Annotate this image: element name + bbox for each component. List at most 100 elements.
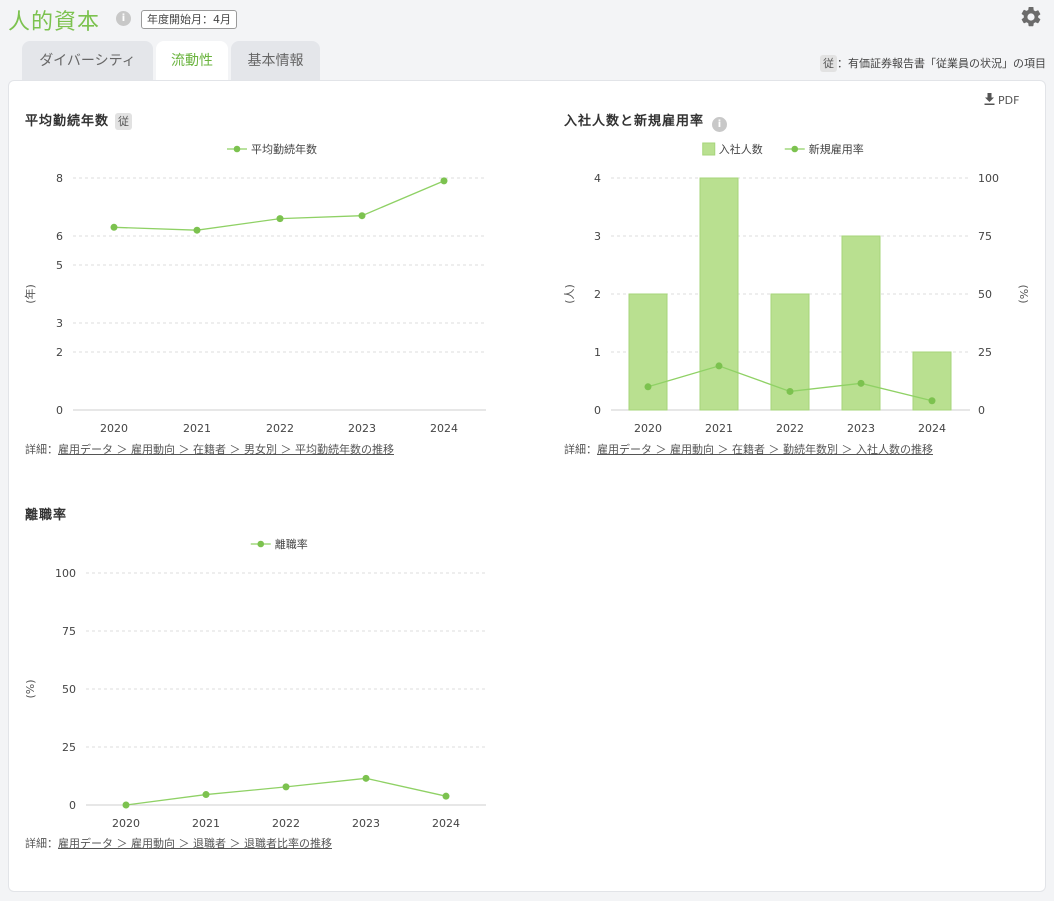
y-tick-label: 2: [56, 346, 63, 359]
turnover-detail-link[interactable]: 雇用データ ＞ 雇用動向 ＞ 退職者 ＞ 退職者比率の推移: [58, 837, 332, 850]
y-tick-label: 1: [594, 346, 601, 359]
turnover-section-title: 離職率: [25, 507, 67, 525]
turnover-chart: 0 25 50 75 100 (%) 2020 2021 2022 2023 2024 離職率: [24, 537, 486, 830]
legend-swatch-point: [257, 540, 265, 548]
x-tick-label: 2023: [352, 817, 380, 830]
y-axis-label: (人): [563, 284, 576, 304]
y-axis-label: (%): [24, 679, 37, 698]
y-tick-label: 100: [55, 567, 76, 580]
series-line: [125, 777, 447, 806]
y-right-tick-label: 25: [978, 346, 992, 359]
x-tick-label: 2023: [348, 422, 376, 435]
data-point-2024: [440, 177, 448, 185]
data-point-2022: [282, 783, 290, 791]
y-tick-label: 0: [594, 404, 601, 417]
data-point-2020: [110, 223, 118, 231]
y-right-axis-label: (%): [1017, 284, 1030, 303]
tab-basic-info[interactable]: 基本情報: [231, 41, 320, 81]
legend-label: 平均勤続年数: [251, 142, 317, 156]
x-tick-label: 2022: [272, 817, 300, 830]
data-point-2021: [202, 791, 210, 799]
settings-button[interactable]: [1019, 5, 1043, 29]
y-tick-label: 4: [594, 172, 601, 185]
y-tick-label: 3: [594, 230, 601, 243]
x-tick-label: 2020: [100, 422, 128, 435]
detail-prefix: 詳細：: [564, 443, 597, 456]
x-tick-label: 2024: [430, 422, 458, 435]
x-tick-label: 2022: [776, 422, 804, 435]
x-tick-label: 2020: [634, 422, 662, 435]
y-axis-label: (年): [23, 284, 37, 304]
page-title: 人的資本: [8, 10, 101, 35]
y-tick-label: 5: [56, 259, 63, 272]
x-tick-label: 2023: [847, 422, 875, 435]
y-right-tick-label: 100: [978, 172, 999, 185]
data-point-2020: [122, 801, 130, 809]
legend-swatch-bar: [702, 142, 716, 156]
tenure-title-text: 平均勤続年数: [25, 114, 110, 129]
y-tick-label: 25: [62, 741, 76, 754]
securities-report-badge: 従: [115, 113, 133, 130]
hiring-chart: 0 1 2 3 4 0 25 50 75 100 (%) (人) 2020 2021 2022 2023 202…: [563, 142, 1030, 435]
y-tick-label: 50: [62, 683, 76, 696]
tenure-section-title: 平均勤続年数従: [25, 113, 133, 131]
pdf-label: PDF: [998, 94, 1020, 107]
data-point-2024: [928, 397, 936, 405]
hiring-title-text: 入社人数と新規雇用率: [564, 114, 705, 129]
fiscal-start-badge: 年度開始月：4月: [141, 10, 237, 29]
bar-2020: [628, 293, 668, 411]
series-line: [113, 180, 445, 231]
tenure-chart: 0 2 3 5 6 8 (年) 2020 2021 2022 2023 2024 平均勤続年数: [23, 142, 486, 435]
y-right-tick-label: 0: [978, 404, 985, 417]
tab-mobility[interactable]: 流動性: [156, 41, 228, 81]
data-point-2023: [362, 774, 370, 782]
hiring-detail-line: 詳細：雇用データ ＞ 雇用動向 ＞ 在籍者 ＞ 勤続年数別 ＞ 入社人数の推移: [564, 443, 933, 457]
securities-report-badge: 従: [820, 55, 837, 72]
y-tick-label: 8: [56, 172, 63, 185]
header: 人的資本 i 年度開始月：4月: [0, 0, 1054, 40]
tab-diversity[interactable]: ダイバーシティ: [22, 41, 153, 81]
data-point-2024: [442, 792, 450, 800]
download-icon: [984, 93, 995, 105]
data-point-2022: [276, 215, 284, 223]
turnover-title-text: 離職率: [25, 508, 68, 523]
y-tick-label: 2: [594, 288, 601, 301]
x-tick-label: 2021: [705, 422, 733, 435]
y-tick-label: 6: [56, 230, 63, 243]
x-tick-label: 2021: [183, 422, 211, 435]
y-right-tick-label: 75: [978, 230, 992, 243]
pdf-download-button[interactable]: PDF: [984, 93, 1019, 108]
source-legend-text: ：有価証券報告書「従業員の状況」の項目: [837, 57, 1046, 70]
legend-label: 新規雇用率: [809, 142, 864, 156]
source-legend-note: 従：有価証券報告書「従業員の状況」の項目: [820, 55, 1046, 73]
legend-label: 離職率: [275, 537, 308, 551]
data-point-2023: [358, 212, 366, 220]
x-tick-label: 2024: [918, 422, 946, 435]
tenure-detail-line: 詳細：雇用データ ＞ 雇用動向 ＞ 在籍者 ＞ 男女別 ＞ 平均勤続年数の推移: [25, 443, 394, 457]
legend-swatch-point: [233, 145, 241, 153]
detail-prefix: 詳細：: [25, 837, 58, 850]
y-tick-label: 3: [56, 317, 63, 330]
x-tick-label: 2021: [192, 817, 220, 830]
hiring-detail-link[interactable]: 雇用データ ＞ 雇用動向 ＞ 在籍者 ＞ 勤続年数別 ＞ 入社人数の推移: [597, 443, 933, 456]
gear-icon: [1021, 6, 1041, 27]
legend-swatch-point: [791, 145, 799, 153]
x-tick-label: 2024: [432, 817, 460, 830]
data-point-2021: [715, 362, 723, 370]
data-point-2021: [193, 226, 201, 234]
x-tick-label: 2022: [266, 422, 294, 435]
tenure-detail-link[interactable]: 雇用データ ＞ 雇用動向 ＞ 在籍者 ＞ 男女別 ＞ 平均勤続年数の推移: [58, 443, 394, 456]
y-tick-label: 75: [62, 625, 76, 638]
y-tick-label: 0: [69, 799, 76, 812]
bar-2021: [699, 177, 739, 411]
y-tick-label: 0: [56, 404, 63, 417]
data-point-2022: [786, 387, 794, 395]
y-right-tick-label: 50: [978, 288, 992, 301]
data-point-2023: [857, 379, 865, 387]
info-icon[interactable]: i: [116, 11, 131, 26]
data-point-2020: [644, 383, 652, 391]
detail-prefix: 詳細：: [25, 443, 58, 456]
turnover-detail-line: 詳細：雇用データ ＞ 雇用動向 ＞ 退職者 ＞ 退職者比率の推移: [25, 837, 332, 851]
x-tick-label: 2020: [112, 817, 140, 830]
legend-label: 入社人数: [719, 142, 763, 156]
